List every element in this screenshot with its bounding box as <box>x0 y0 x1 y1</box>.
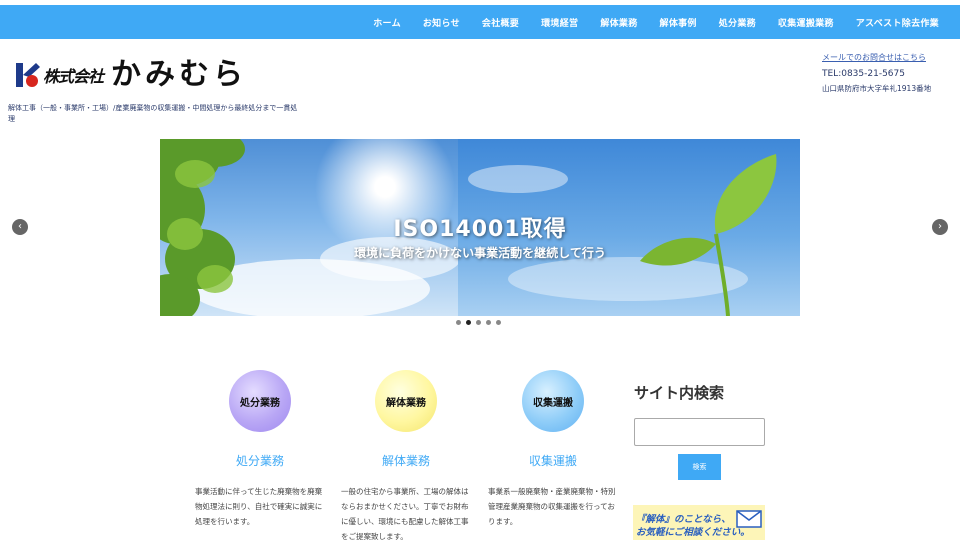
nav-asbestos[interactable]: アスベスト除去作業 <box>845 16 950 29</box>
slider-prev-button[interactable]: ‹ <box>12 219 28 235</box>
main-nav: ホーム お知らせ 会社概要 環境経営 解体業務 解体事例 処分業務 収集運搬業務… <box>0 5 960 39</box>
nav-collection[interactable]: 収集運搬業務 <box>767 16 845 29</box>
mail-contact-link[interactable]: メールでのお問合せはこちら <box>822 52 942 63</box>
logo-corp-text: 株式会社 <box>43 67 104 86</box>
nav-disposal[interactable]: 処分業務 <box>708 16 767 29</box>
consult-banner[interactable]: 『解体』のことなら、 お気軽にご相談ください。 <box>633 505 765 540</box>
service-demolition-circle[interactable]: 解体業務 <box>375 370 437 432</box>
slide-subtitle: 環境に負荷をかけない事業活動を継続して行う <box>354 246 606 260</box>
service-demolition: 解体業務 解体業務 <box>341 370 471 469</box>
service-collection-title[interactable]: 収集運搬 <box>488 452 618 469</box>
search-button[interactable]: 検索 <box>678 454 721 480</box>
nav-environment[interactable]: 環境経営 <box>530 16 589 29</box>
site-search-input[interactable] <box>634 418 765 446</box>
nav-news[interactable]: お知らせ <box>412 16 471 29</box>
service-demolition-title[interactable]: 解体業務 <box>341 452 471 469</box>
logo-k-icon <box>16 61 40 89</box>
site-logo[interactable]: 株式会社 かみむら <box>16 58 247 92</box>
logo-name-text: かみむら <box>111 57 248 92</box>
slider-dot-1[interactable] <box>456 320 461 325</box>
banner-line-1: 『解体』のことなら、 <box>636 514 731 525</box>
site-tagline: 解体工事（一般・事業所・工場）/産業廃棄物の収集運搬・中間処理から最終処分まで一… <box>8 104 298 123</box>
service-collection-desc: 事業系一般廃棄物・産業廃棄物・特別管理産業廃棄物の収集運搬を行っております。 <box>488 487 616 526</box>
nav-demolition-cases[interactable]: 解体事例 <box>649 16 708 29</box>
service-disposal-circle[interactable]: 処分業務 <box>229 370 291 432</box>
service-disposal: 処分業務 処分業務 <box>195 370 325 469</box>
envelope-icon <box>736 509 762 533</box>
service-disposal-desc: 事業活動に伴って生じた廃棄物を廃棄物処理法に則り、自社で確実に誠実に処理を行いま… <box>195 487 323 526</box>
slider-dot-5[interactable] <box>496 320 501 325</box>
slide-title: ISO14001取得 <box>393 217 567 242</box>
service-disposal-title[interactable]: 処分業務 <box>195 452 325 469</box>
slider-next-button[interactable]: › <box>932 219 948 235</box>
hero-slider[interactable]: ISO14001取得 環境に負荷をかけない事業活動を継続して行う <box>160 139 800 316</box>
site-search-title: サイト内検索 <box>634 384 725 402</box>
slider-dot-4[interactable] <box>486 320 491 325</box>
header-contact: メールでのお問合せはこちら TEL:0835-21-5675 山口県防府市大字牟… <box>822 52 942 94</box>
nav-home[interactable]: ホーム <box>362 16 412 29</box>
service-collection-circle[interactable]: 収集運搬 <box>522 370 584 432</box>
nav-company[interactable]: 会社概要 <box>471 16 530 29</box>
slider-dot-3[interactable] <box>476 320 481 325</box>
slider-dot-2[interactable] <box>466 320 471 325</box>
banner-line-2: お気軽にご相談ください。 <box>636 527 750 538</box>
service-demolition-desc: 一般の住宅から事業所、工場の解体はならおまかせください。丁寧でお財布に優しい、環… <box>341 487 469 540</box>
service-collection: 収集運搬 収集運搬 <box>488 370 618 469</box>
slider-dots <box>456 320 506 325</box>
phone-number: TEL:0835-21-5675 <box>822 69 905 79</box>
nav-demolition[interactable]: 解体業務 <box>589 16 648 29</box>
company-address: 山口県防府市大字牟礼1913番地 <box>822 84 932 93</box>
